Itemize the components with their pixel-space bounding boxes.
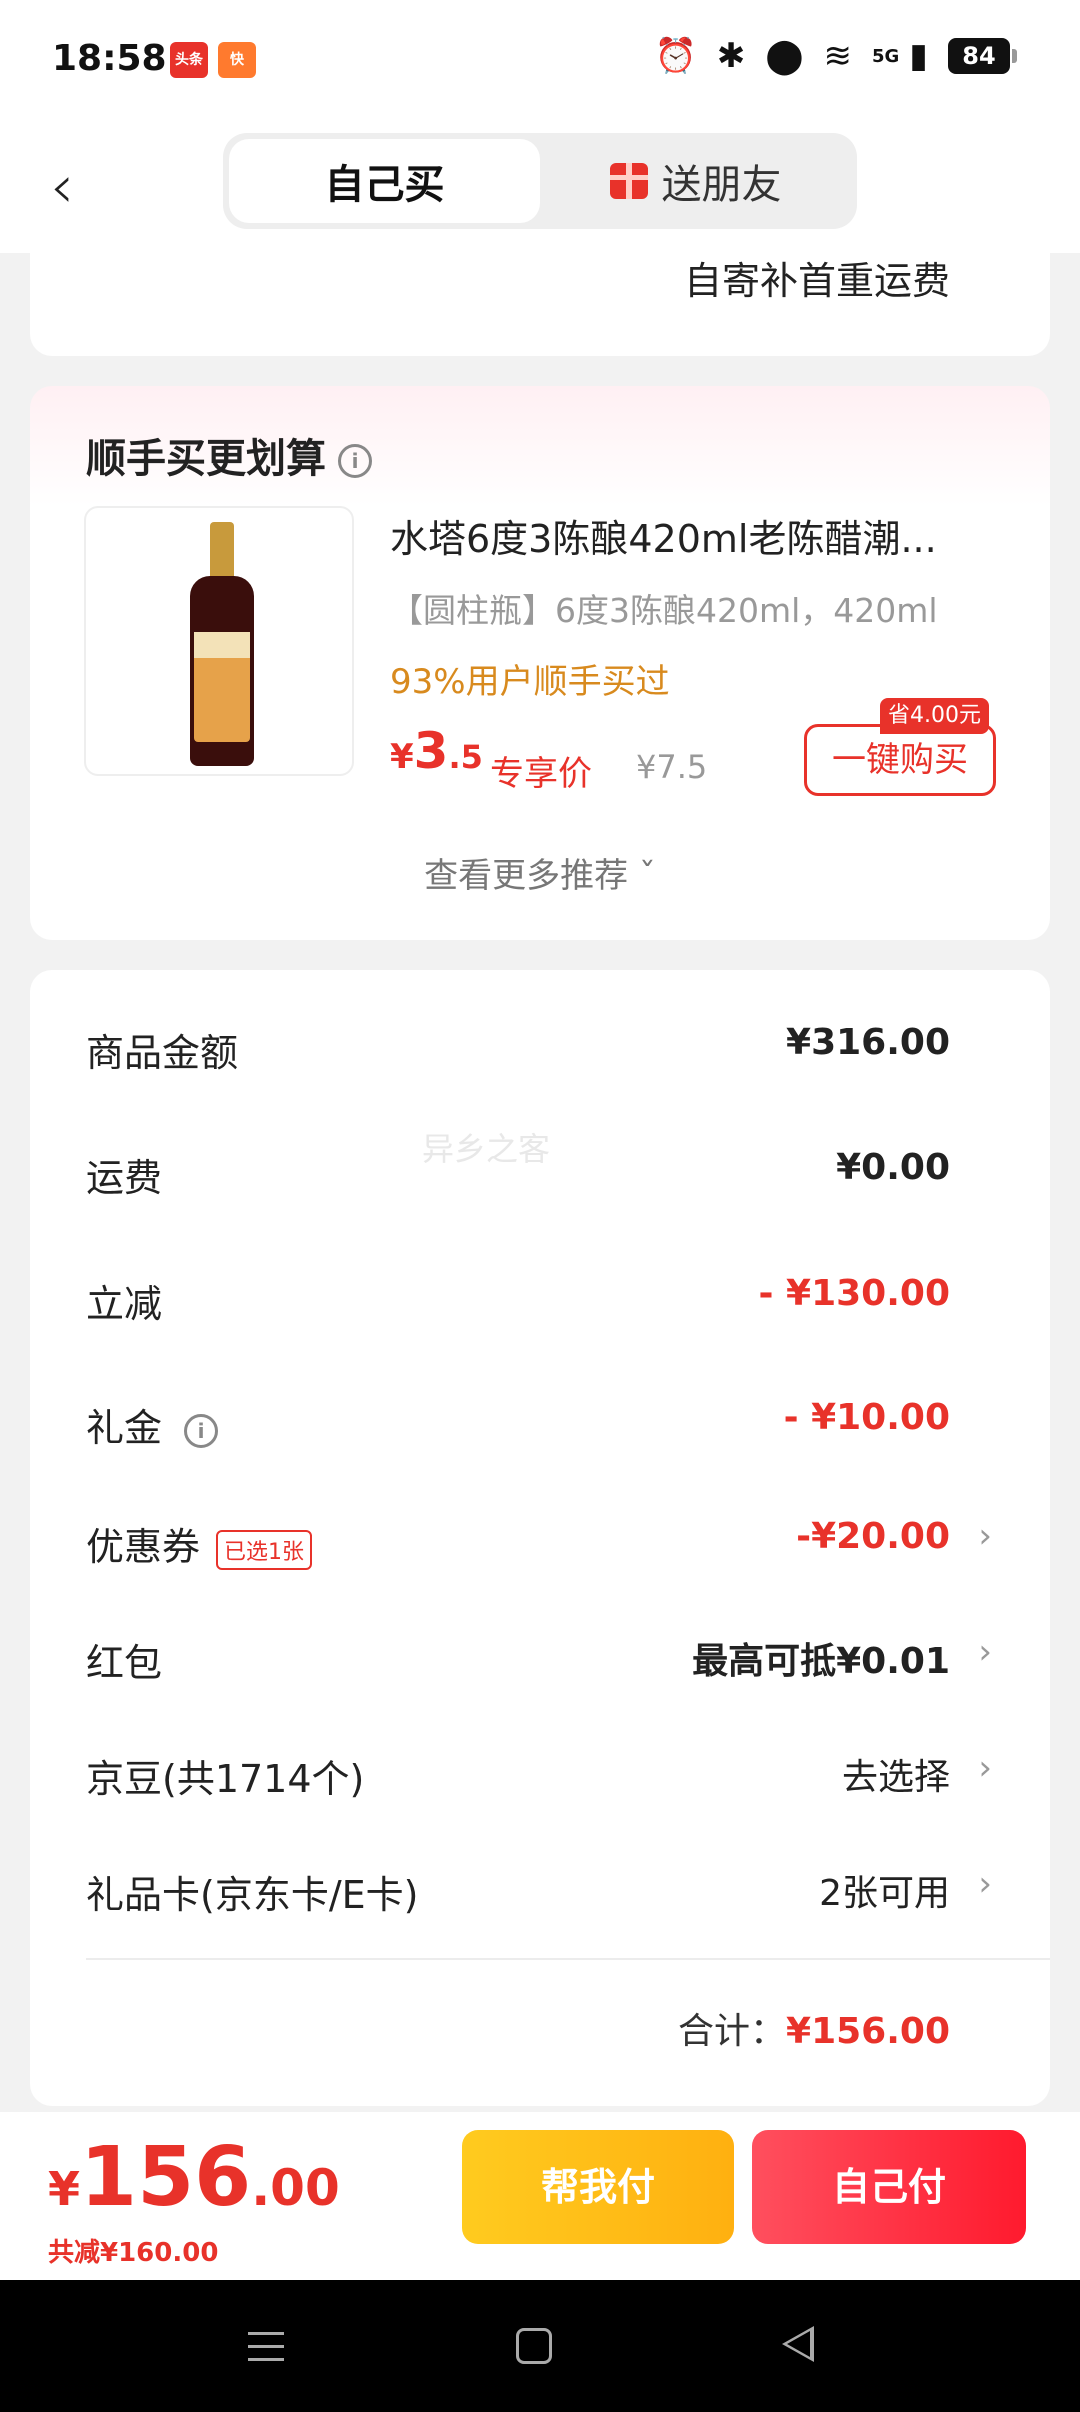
- chevron-right-icon: ›: [978, 1632, 992, 1672]
- recommendation-title-text: 顺手买更划算: [86, 436, 326, 482]
- summary-row-shipping: 运费 ¥0.00: [86, 1131, 1050, 1211]
- checkout-total-price: ¥156.00: [48, 2130, 340, 2225]
- summary-row-goods-amount: 商品金额 ¥316.00: [86, 1006, 1050, 1086]
- system-nav-bar: [0, 2280, 1080, 2412]
- tab-label: 送朋友: [661, 162, 782, 208]
- total-row: 合计：¥156.00: [678, 2002, 950, 2054]
- original-price: ¥7.5: [636, 748, 708, 786]
- chevron-right-icon: ›: [978, 1864, 992, 1904]
- price-decimal: .5: [448, 738, 483, 776]
- social-proof: 93%用户顺手买过: [390, 662, 670, 702]
- row-value: 去选择: [841, 1757, 950, 1798]
- chevron-right-icon: ›: [978, 1748, 992, 1788]
- product-name[interactable]: 水塔6度3陈酿420ml老陈醋潮...: [390, 508, 1010, 563]
- see-more-recommendations-link[interactable]: 查看更多推荐 ˇ: [30, 848, 1050, 897]
- recommendation-card: 顺手买更划算 i 水塔6度3陈酿420ml老陈醋潮... 【圆柱瓶】6度3陈酿42…: [30, 386, 1050, 940]
- order-summary-card: 异乡之客 商品金额 ¥316.00 运费 ¥0.00 立减 - ¥130.00 …: [30, 970, 1050, 2106]
- home-icon[interactable]: [516, 2328, 552, 2364]
- total-saved-text: 共减¥160.00: [48, 2238, 219, 2268]
- alarm-icon: ⏰: [654, 36, 697, 76]
- tab-label: 自己买: [324, 162, 445, 208]
- price-symbol: ¥: [48, 2162, 81, 2216]
- price-integer: 3: [413, 722, 449, 780]
- app-badge-toutiao: 头条: [170, 42, 208, 78]
- recent-apps-icon[interactable]: [248, 2332, 284, 2362]
- wifi-icon: ≋: [823, 36, 852, 76]
- pay-myself-button[interactable]: 自己付: [752, 2130, 1026, 2244]
- summary-row-jd-beans[interactable]: 京豆(共1714个) 去选择 ›: [86, 1732, 1050, 1812]
- row-label: 红包: [86, 1641, 163, 1685]
- gift-icon: [609, 163, 648, 199]
- row-value: -¥20.00: [796, 1516, 950, 1557]
- price-symbol: ¥: [390, 737, 414, 777]
- coupon-selected-chip: 已选1张: [216, 1529, 313, 1570]
- app-badge-kuai: 快: [218, 42, 256, 78]
- row-label: 商品金额: [86, 1031, 239, 1075]
- vinegar-bottle-image: [190, 522, 254, 766]
- summary-row-gift-card[interactable]: 礼品卡(京东卡/E卡) 2张可用 ›: [86, 1848, 1050, 1928]
- network-type: 5G: [871, 45, 900, 67]
- back-arrow-icon[interactable]: ‹: [50, 147, 110, 227]
- help-me-pay-button[interactable]: 帮我付: [462, 2130, 734, 2244]
- tab-send-to-friend[interactable]: 送朋友: [540, 139, 851, 223]
- row-label: 优惠券: [86, 1525, 201, 1569]
- exclusive-price-tag: 专享价: [490, 754, 592, 794]
- row-label: 运费: [86, 1156, 163, 1200]
- shipping-card: 自寄补首重运费: [30, 230, 1050, 356]
- summary-row-red-packet[interactable]: 红包 最高可抵¥0.01 ›: [86, 1616, 1050, 1696]
- location-icon: ⬤: [765, 36, 804, 76]
- total-value: ¥156.00: [786, 2011, 950, 2052]
- save-badge: 省4.00元: [880, 698, 989, 734]
- row-value: - ¥130.00: [758, 1273, 950, 1314]
- row-value: 2张可用: [819, 1873, 950, 1914]
- row-label: 礼金: [86, 1406, 163, 1450]
- status-icons: ⏰ ✱ ⬤ ≋ 5G ▮ 84: [654, 36, 1017, 76]
- battery-icon: 84: [948, 38, 1017, 74]
- product-image[interactable]: [84, 506, 354, 776]
- info-icon[interactable]: i: [338, 444, 372, 478]
- total-label: 合计：: [678, 2011, 787, 2052]
- product-spec: 【圆柱瓶】6度3陈酿420ml，420ml: [390, 591, 938, 630]
- row-value: ¥316.00: [786, 1022, 950, 1063]
- price-integer: 156: [80, 2130, 252, 2225]
- row-label: 礼品卡(京东卡/E卡): [86, 1873, 419, 1917]
- status-bar: 18:58 头条 快 ⏰ ✱ ⬤ ≋ 5G ▮ 84: [0, 0, 1080, 125]
- status-time: 18:58: [52, 38, 167, 79]
- signal-icon: ▮: [909, 36, 928, 76]
- summary-row-coupon[interactable]: 优惠券 已选1张 -¥20.00 ›: [86, 1500, 1050, 1580]
- summary-row-gift-money: 礼金 i - ¥10.00: [86, 1381, 1050, 1461]
- bluetooth-icon: ✱: [716, 36, 746, 76]
- shipping-note: 自寄补首重运费: [683, 259, 950, 303]
- product-price: ¥3.5: [390, 722, 483, 780]
- checkout-bar: ¥156.00 共减¥160.00 帮我付 自己付: [0, 2112, 1080, 2280]
- summary-row-instant-discount: 立减 - ¥130.00: [86, 1257, 1050, 1337]
- row-value: - ¥10.00: [783, 1397, 950, 1438]
- row-value: ¥0.00: [836, 1147, 950, 1188]
- row-label-wrap: 礼金 i: [86, 1397, 219, 1452]
- chevron-right-icon: ›: [978, 1516, 992, 1556]
- info-icon[interactable]: i: [184, 1413, 219, 1448]
- price-decimal: .00: [251, 2159, 340, 2217]
- one-click-buy-button[interactable]: 一键购买: [804, 724, 996, 796]
- row-label-wrap: 优惠券 已选1张: [86, 1516, 313, 1571]
- row-value: 最高可抵¥0.01: [692, 1641, 950, 1682]
- purchase-mode-tabs: 自己买 送朋友: [223, 133, 857, 229]
- back-triangle-icon[interactable]: [782, 2326, 814, 2362]
- row-label: 京豆(共1714个): [86, 1757, 365, 1801]
- recommendation-title: 顺手买更划算 i: [86, 426, 372, 484]
- row-label: 立减: [86, 1282, 163, 1326]
- tab-buy-for-self[interactable]: 自己买: [229, 139, 540, 223]
- divider: [86, 1958, 1050, 1960]
